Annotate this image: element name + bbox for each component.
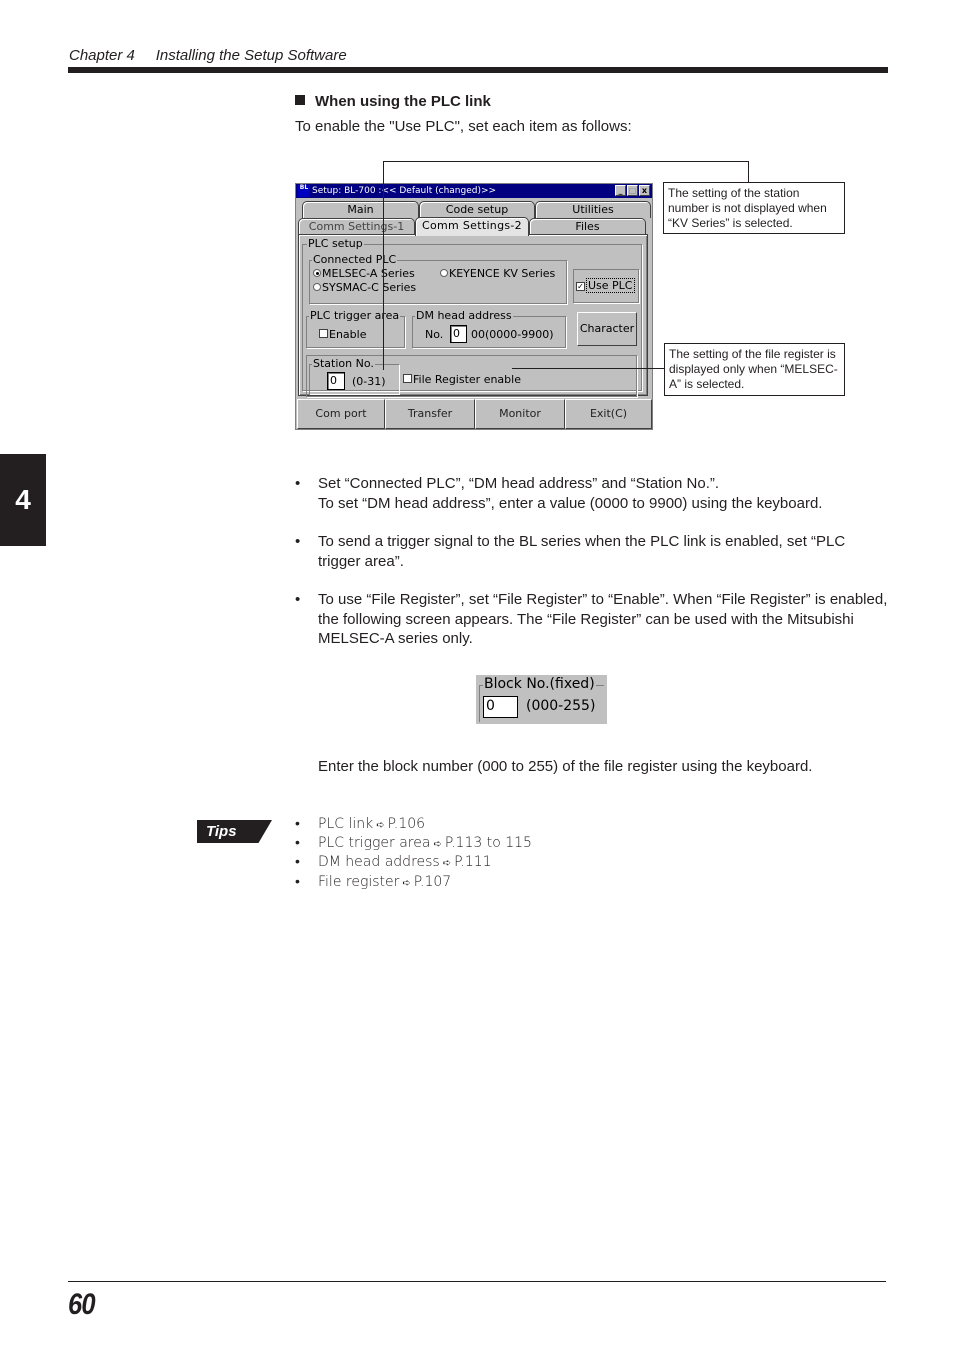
footer-rule — [68, 1281, 886, 1282]
reference-arrow-icon: ➪ — [442, 858, 452, 869]
tip-item: • PLC trigger area ➪ P.113 to 115 — [295, 835, 532, 851]
bullet-icon: • — [295, 816, 300, 832]
com-port-button[interactable]: Com port — [297, 399, 385, 429]
tip-item: • DM head address ➪ P.111 — [295, 854, 492, 870]
page-reference[interactable]: P.107 — [414, 874, 451, 890]
station-area-frame: Station No. 0 (0-31) File Register enabl… — [306, 355, 637, 397]
tip-item: • File register ➪ P.107 — [295, 874, 452, 890]
checkbox-icon — [403, 374, 412, 383]
bullet-icon: • — [295, 854, 300, 870]
bullet-icon: • — [295, 874, 300, 890]
block-no-screenshot: Block No.(fixed) 0 (000-255) — [476, 675, 607, 724]
setup-dialog-screenshot: BL Setup: BL-700 :<< Default (changed)>>… — [295, 183, 653, 430]
chapter-label: Chapter 4 — [69, 47, 135, 64]
tab-main[interactable]: Main — [302, 201, 419, 218]
radio-keyence-kv[interactable]: KEYENCE KV Series — [440, 267, 555, 280]
station-callout-leader-v — [383, 161, 384, 370]
bullet-item: • To send a trigger signal to the BL ser… — [295, 532, 890, 571]
plc-setup-title: PLC setup — [307, 237, 364, 250]
radio-icon — [313, 283, 321, 291]
tab-files[interactable]: Files — [529, 218, 646, 235]
page-reference[interactable]: P.113 to 115 — [445, 835, 532, 851]
minimize-button[interactable]: _ — [615, 185, 626, 196]
bullet-icon: • — [295, 533, 301, 550]
block-number-instruction: Enter the block number (000 to 255) of t… — [318, 758, 813, 775]
station-no-input[interactable]: 0 — [327, 372, 345, 390]
bullet-line: Set “Connected PLC”, “DM head address” a… — [318, 475, 720, 492]
file-register-callout: The setting of the file register is disp… — [664, 343, 845, 396]
checkbox-checked-icon: ✓ — [576, 282, 585, 291]
reference-arrow-icon: ➪ — [376, 820, 385, 831]
page-number: 60 — [68, 1288, 96, 1321]
bullet-item: • Set “Connected PLC”, “DM head address”… — [295, 474, 890, 513]
page-reference[interactable]: P.111 — [454, 854, 491, 870]
dm-range-label: 00(0000-9900) — [471, 328, 554, 341]
bullet-icon: • — [295, 591, 301, 608]
close-button[interactable]: x — [639, 185, 650, 196]
radio-sysmac-c[interactable]: SYSMAC-C Series — [313, 281, 416, 294]
tab-comm-settings-1[interactable]: Comm Settings-1 — [298, 218, 415, 235]
dm-head-address-group: DM head address No. 0 00(0000-9900) — [412, 309, 566, 348]
monitor-button[interactable]: Monitor — [475, 399, 565, 429]
reference-arrow-icon: ➪ — [402, 878, 411, 889]
bullet-icon: • — [295, 835, 300, 851]
window-title: Setup: BL-700 :<< Default (changed)>> — [312, 186, 497, 196]
chapter-title: Installing the Setup Software — [155, 47, 347, 64]
exit-button[interactable]: Exit(C) — [565, 399, 652, 429]
maximize-button[interactable]: □ — [627, 185, 638, 196]
transfer-button[interactable]: Transfer — [385, 399, 475, 429]
station-no-group: Station No. 0 (0-31) — [309, 357, 399, 394]
station-callout-leader-drop — [748, 161, 749, 183]
checkbox-icon — [319, 329, 328, 338]
file-register-callout-leader — [512, 368, 664, 369]
station-range-label: (0-31) — [352, 375, 386, 388]
bullet-text: To use “File Register”, set “File Regist… — [318, 591, 888, 647]
use-plc-frame: ✓ Use PLC — [573, 269, 639, 303]
section-intro: To enable the "Use PLC", set each item a… — [295, 118, 632, 135]
tab-code-setup[interactable]: Code setup — [419, 201, 535, 218]
file-register-checkbox[interactable]: File Register enable — [403, 373, 521, 386]
reference-arrow-icon: ➪ — [433, 839, 442, 850]
chapter-side-tab: 4 — [0, 454, 46, 546]
dm-no-label: No. — [425, 328, 444, 341]
block-no-title: Block No.(fixed) — [483, 676, 596, 692]
trigger-enable-checkbox[interactable]: Enable — [319, 328, 366, 341]
character-button[interactable]: Character — [577, 312, 637, 346]
tab-panel: PLC setup Connected PLC MELSEC-A Series … — [298, 234, 648, 397]
dm-head-address-title: DM head address — [415, 309, 513, 322]
title-bar: BL Setup: BL-700 :<< Default (changed)>>… — [296, 184, 652, 198]
use-plc-checkbox[interactable]: ✓ Use PLC — [576, 278, 635, 293]
tab-comm-settings-2[interactable]: Comm Settings-2 — [415, 217, 529, 236]
radio-icon — [440, 269, 448, 277]
header-rule — [68, 67, 888, 73]
radio-melsec-a[interactable]: MELSEC-A Series — [313, 267, 415, 280]
radio-selected-icon — [313, 269, 321, 277]
connected-plc-group: Connected PLC MELSEC-A Series KEYENCE KV… — [309, 253, 567, 304]
station-no-title: Station No. — [312, 357, 375, 370]
plc-trigger-area-group: PLC trigger area Enable — [306, 309, 405, 348]
connected-plc-title: Connected PLC — [312, 253, 398, 266]
tip-item: • PLC link ➪ P.106 — [295, 816, 426, 832]
section-heading: When using the PLC link — [295, 93, 491, 110]
bullet-line: To set “DM head address”, enter a value … — [318, 494, 823, 512]
plc-trigger-area-title: PLC trigger area — [309, 309, 401, 322]
block-no-input[interactable]: 0 — [483, 696, 518, 718]
block-no-range: (000-255) — [526, 698, 596, 714]
app-icon: BL — [298, 185, 310, 197]
square-bullet-icon — [295, 95, 305, 105]
tab-utilities[interactable]: Utilities — [535, 201, 651, 218]
tips-badge: Tips — [197, 820, 272, 843]
page-reference[interactable]: P.106 — [388, 816, 425, 832]
bullet-icon: • — [295, 475, 301, 492]
running-header: Chapter 4 Installing the Setup Software — [69, 47, 347, 64]
bullet-text: To send a trigger signal to the BL serie… — [318, 533, 846, 570]
bullet-item: • To use “File Register”, set “File Regi… — [295, 590, 890, 649]
station-callout-leader-h — [383, 161, 749, 162]
station-callout: The setting of the station number is not… — [663, 182, 845, 234]
dm-head-address-input[interactable]: 0 — [450, 325, 467, 343]
section-heading-text: When using the PLC link — [315, 93, 491, 110]
